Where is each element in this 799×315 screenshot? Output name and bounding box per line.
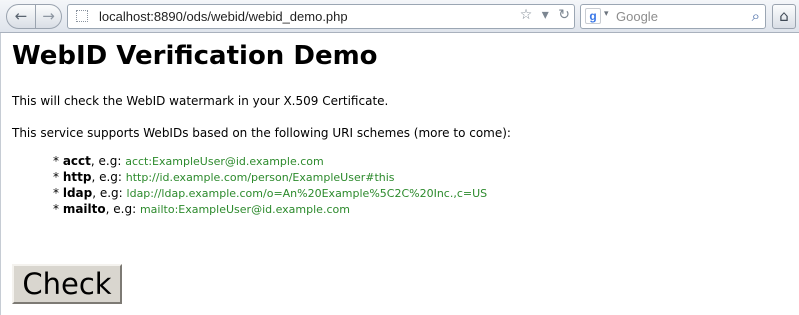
engine-caret-icon[interactable]: ▾ <box>604 9 609 19</box>
scheme-example: mailto:ExampleUser@id.example.com <box>139 203 350 216</box>
eg-text: , e.g: <box>105 202 140 216</box>
scheme-name: http <box>62 170 92 184</box>
reload-icon[interactable]: ↻ <box>558 7 570 23</box>
bookmark-star-icon[interactable]: ☆ <box>520 7 533 23</box>
scheme-name: ldap <box>62 186 93 200</box>
scheme-name: mailto <box>62 202 106 216</box>
list-bullet: * <box>53 170 63 184</box>
list-item: * http, e.g: http://id.example.com/perso… <box>53 170 487 186</box>
home-icon: ⌂ <box>779 7 789 25</box>
scheme-example: ldap://ldap.example.com/o=An%20Example%5… <box>126 187 488 200</box>
list-bullet: * <box>53 186 63 200</box>
google-engine-icon[interactable]: g <box>585 8 601 24</box>
intro-text: This will check the WebID watermark in y… <box>12 94 389 108</box>
list-bullet: * <box>53 202 63 216</box>
search-icon[interactable]: ⌕ <box>752 7 760 25</box>
eg-text: , e.g: <box>92 186 127 200</box>
history-dropdown-icon[interactable]: ▾ <box>542 7 549 23</box>
scheme-example: acct:ExampleUser@id.example.com <box>125 155 324 168</box>
list-item: * mailto, e.g: mailto:ExampleUser@id.exa… <box>53 202 487 218</box>
list-item: * ldap, e.g: ldap://ldap.example.com/o=A… <box>53 186 487 202</box>
schemes-intro-text: This service supports WebIDs based on th… <box>12 126 511 140</box>
page-title: WebID Verification Demo <box>12 41 378 71</box>
eg-text: , e.g: <box>91 170 126 184</box>
browser-toolbar: ← → localhost:8890/ods/webid/webid_demo.… <box>0 0 799 33</box>
forward-button[interactable]: → <box>35 4 62 29</box>
eg-text: , e.g: <box>90 154 126 168</box>
address-bar-actions: ☆ ▾ ↻ <box>515 7 570 23</box>
search-bar[interactable]: g ▾ Google ⌕ <box>580 4 766 29</box>
url-text[interactable]: localhost:8890/ods/webid/webid_demo.php <box>99 9 348 24</box>
search-input[interactable]: Google <box>616 9 658 24</box>
scheme-name: acct <box>62 154 91 168</box>
navigation-buttons: ← → <box>6 4 62 29</box>
site-identity-icon[interactable] <box>76 10 88 22</box>
page-content: WebID Verification Demo This will check … <box>0 33 799 315</box>
scheme-example: http://id.example.com/person/ExampleUser… <box>125 171 395 184</box>
forward-arrow-icon: → <box>42 7 55 25</box>
back-button[interactable]: ← <box>6 4 36 29</box>
back-arrow-icon: ← <box>14 7 28 25</box>
check-button[interactable]: Check <box>12 264 122 304</box>
list-item: * acct, e.g: acct:ExampleUser@id.example… <box>53 154 487 170</box>
uri-scheme-list: * acct, e.g: acct:ExampleUser@id.example… <box>53 154 487 218</box>
list-bullet: * <box>53 154 63 168</box>
home-button[interactable]: ⌂ <box>772 4 796 29</box>
address-bar[interactable]: localhost:8890/ods/webid/webid_demo.php … <box>67 4 575 29</box>
